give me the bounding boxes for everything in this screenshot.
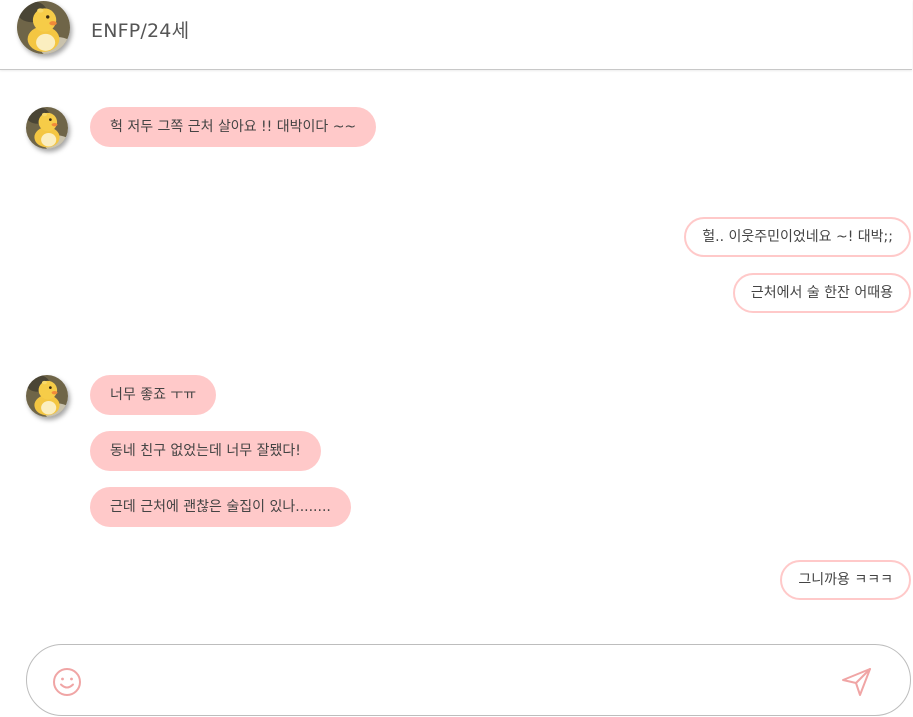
incoming-message: 너무 좋죠 ㅜㅠ — [90, 375, 217, 415]
duck-avatar-image — [26, 375, 68, 417]
message-input[interactable] — [99, 659, 823, 703]
duck-avatar-image — [26, 107, 68, 149]
incoming-message: 헉 저두 그쪽 근처 살아요 !! 대박이다 ~~ — [90, 107, 377, 147]
chat-header: ENFP/24세 — [0, 0, 912, 70]
message-composer — [26, 644, 911, 716]
incoming-message: 동네 친구 없었는데 너무 잘됐다! — [90, 431, 321, 471]
outgoing-message: 헐.. 이웃주민이었네요 ~! 대박;; — [684, 217, 911, 257]
chat-screen: ENFP/24세 헉 저두 그쪽 근처 살아요 !! 대박이다 ~~ 헐.. 이… — [0, 0, 913, 717]
chat-partner-title: ENFP/24세 — [91, 20, 190, 42]
incoming-message: 근데 근처에 괜찮은 술집이 있나........ — [90, 487, 351, 527]
outgoing-message: 근처에서 술 한잔 어때용 — [732, 273, 911, 313]
smile-icon[interactable] — [51, 666, 83, 698]
sender-avatar[interactable] — [26, 375, 68, 417]
send-icon[interactable] — [840, 665, 874, 699]
sender-avatar[interactable] — [26, 107, 68, 149]
duck-avatar-image — [17, 1, 70, 54]
profile-avatar[interactable] — [17, 1, 70, 54]
outgoing-message: 그니까용 ㅋㅋㅋ — [780, 560, 911, 600]
